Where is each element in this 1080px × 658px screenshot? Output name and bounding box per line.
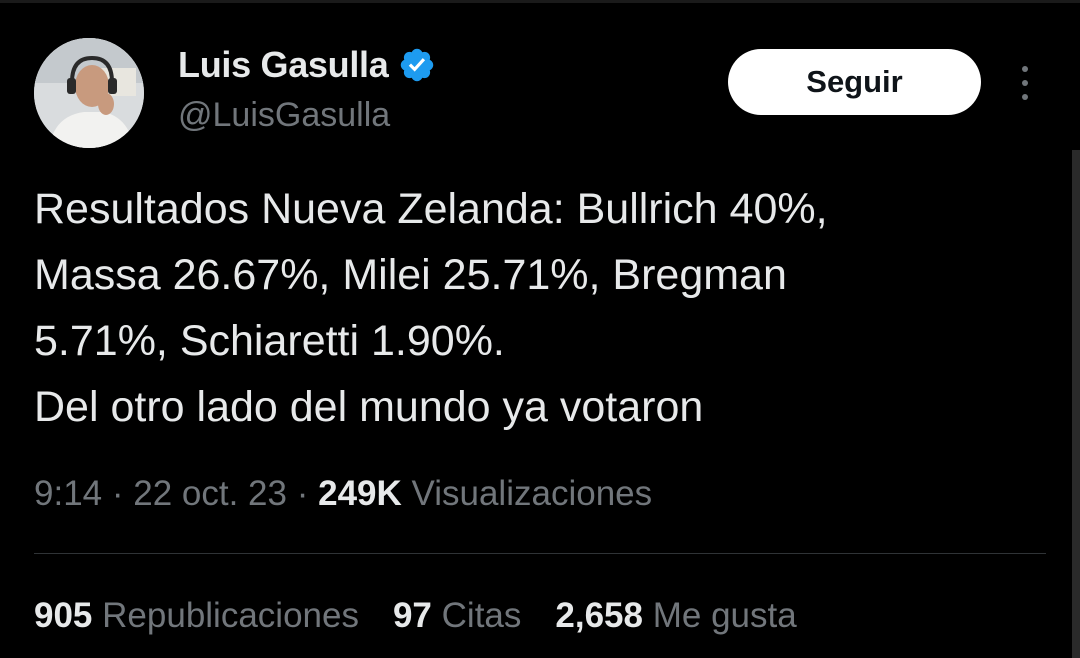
tweet-meta: 9:14 · 22 oct. 23 · 249K Visualizaciones	[34, 474, 652, 514]
quotes-count: 97	[392, 596, 432, 635]
quotes-label: Citas	[441, 596, 522, 635]
verified-badge-icon	[401, 48, 434, 82]
author-handle[interactable]: @LuisGasulla	[178, 96, 390, 135]
likes-stat[interactable]: 2,658 Me gusta	[555, 596, 796, 636]
profile-photo-icon	[34, 38, 144, 148]
meta-separator: ·	[296, 474, 309, 513]
quotes-stat[interactable]: 97 Citas	[393, 596, 521, 636]
more-vertical-icon[interactable]	[1015, 64, 1035, 102]
likes-count: 2,658	[555, 596, 643, 635]
author-name[interactable]: Luis Gasulla	[178, 44, 389, 86]
scrollbar[interactable]	[1072, 150, 1080, 658]
engagement-stats: 905 Republicaciones 97 Citas 2,658 Me gu…	[34, 596, 797, 636]
tweet-date[interactable]: 22 oct. 23	[133, 474, 287, 513]
divider	[34, 553, 1046, 554]
reposts-stat[interactable]: 905 Republicaciones	[34, 596, 359, 636]
tweet-time[interactable]: 9:14	[34, 474, 102, 513]
tweet-text: Resultados Nueva Zelanda: Bullrich 40%, …	[34, 185, 828, 431]
reposts-count: 905	[34, 596, 93, 635]
views-count[interactable]: 249K	[318, 474, 402, 513]
views-label[interactable]: Visualizaciones	[412, 474, 653, 513]
meta-separator: ·	[111, 474, 124, 513]
avatar[interactable]	[34, 38, 144, 148]
likes-label: Me gusta	[652, 596, 797, 635]
author-name-row[interactable]: Luis Gasulla	[178, 44, 436, 86]
top-border	[0, 0, 1080, 3]
reposts-label: Republicaciones	[102, 596, 359, 635]
follow-button[interactable]: Seguir	[728, 49, 981, 115]
